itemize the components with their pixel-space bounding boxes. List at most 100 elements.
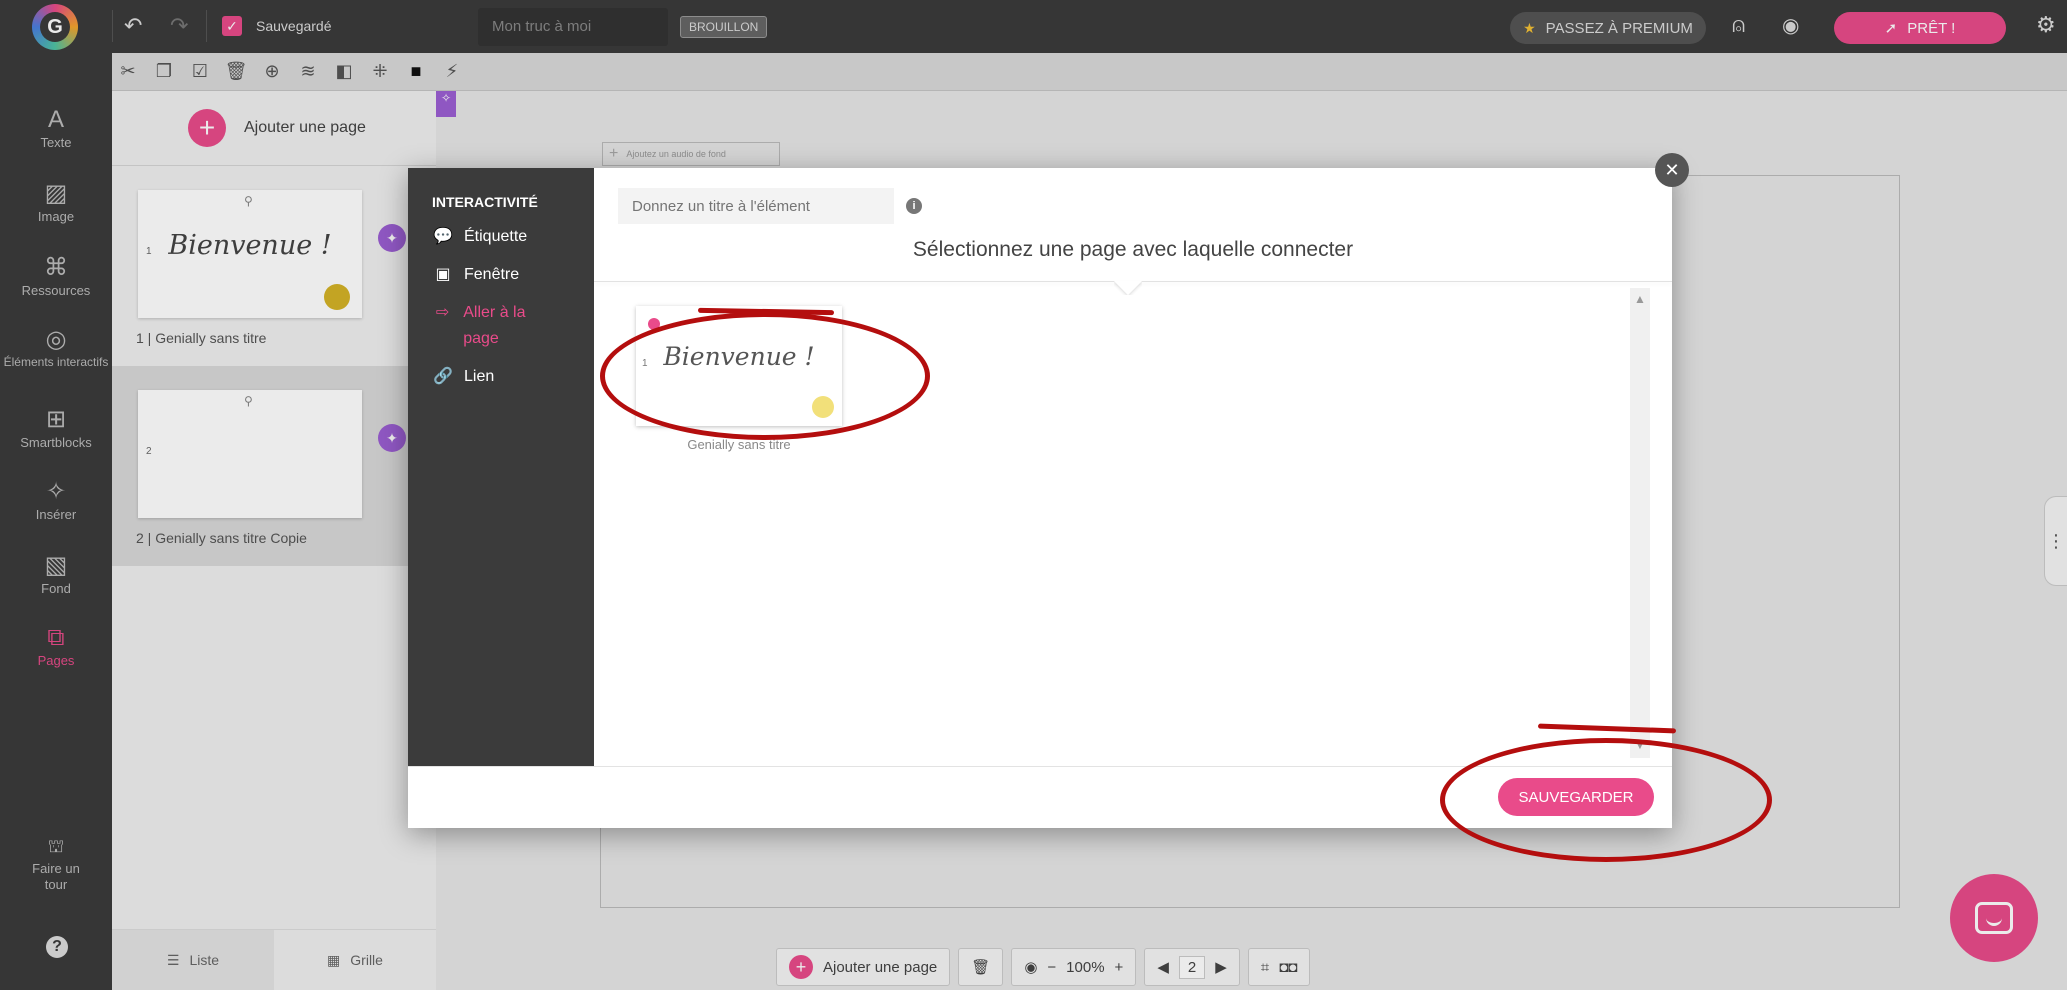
sidebar-item-resources[interactable]: ⌘ Ressources — [0, 253, 112, 299]
page-card[interactable]: ⚲ 1 Bienvenue ! ✦ 1 | Genially sans titr… — [112, 166, 436, 366]
sidebar-item-text[interactable]: A Texte — [0, 105, 112, 151]
layers-icon[interactable]: ≋ — [296, 61, 320, 82]
crop-icon[interactable]: ⌗ — [1261, 959, 1269, 976]
brush-icon[interactable]: ⚡ — [440, 61, 464, 82]
sidebar-label: Image — [37, 209, 75, 224]
side-panel-handle[interactable]: ⋮ — [2044, 496, 2067, 586]
magic-wand-icon[interactable]: ✦ — [378, 224, 406, 252]
sidebar-item-smartblocks[interactable]: ⊞ Smartblocks — [0, 405, 112, 451]
divider — [206, 10, 207, 42]
bottom-toolbar: + Ajouter une page 🗑 ◉ − 100% + ◀ 2 ▶ ⌗ … — [776, 948, 1311, 986]
grid-icon[interactable]: ⁜ — [368, 61, 392, 82]
modal-main: i Sélectionnez une page avec laquelle co… — [594, 168, 1672, 766]
add-page-button[interactable]: + Ajouter une page — [188, 109, 366, 147]
interactivity-modal: INTERACTIVITÉ 💬 Étiquette ▣ Fenêtre ⇨ Al… — [408, 168, 1672, 828]
add-page-bottom-button[interactable]: + Ajouter une page — [776, 948, 951, 986]
object-toolbar: ✂ ❐ ☑ 🗑 ⊕ ≋ ◧ ⁜ ■ ⚡ — [112, 53, 2067, 91]
delete-icon[interactable]: 🗑 — [224, 61, 248, 82]
genially-logo[interactable]: G — [32, 4, 78, 50]
color-swatch-icon[interactable]: ■ — [404, 61, 428, 82]
star-icon: ★ — [1523, 19, 1536, 36]
safe-area-icon[interactable]: ◘◘ — [1279, 959, 1297, 976]
canvas-flag-icon[interactable]: ✧ — [436, 91, 456, 117]
sidebar-label: Texte — [40, 135, 72, 150]
background-icon: ▧ — [44, 552, 68, 579]
top-bar: G ↶ ↷ ✓ Sauvegardé Mon truc à moi BROUIL… — [0, 0, 2067, 53]
sidebar-label: Éléments interactifs — [3, 355, 109, 369]
premium-label: PASSEZ À PREMIUM — [1545, 19, 1693, 37]
connect-heading: Sélectionnez une page avec laquelle conn… — [912, 238, 1354, 261]
element-title-input[interactable] — [618, 188, 894, 224]
saved-check-icon: ✓ — [222, 16, 242, 36]
page-thumbnail[interactable]: ⚲ 1 Bienvenue ! — [138, 190, 362, 318]
image-icon: ▨ — [44, 180, 68, 207]
next-page-icon[interactable]: ▶ — [1215, 958, 1227, 976]
tab-label: Liste — [189, 952, 220, 968]
lock-icon[interactable]: ⊕ — [260, 61, 284, 82]
eye-icon[interactable]: ◉ — [1024, 958, 1037, 976]
magnifier-icon — [324, 284, 350, 310]
sidebar-item-background[interactable]: ▧ Fond — [0, 551, 112, 597]
sidebar-item-image[interactable]: ▨ Image — [0, 179, 112, 225]
goto-page-icon: ⇨ — [435, 304, 450, 321]
cut-icon[interactable]: ✂ — [116, 61, 140, 82]
ready-button[interactable]: ➚ PRÊT ! — [1834, 12, 2006, 44]
redo-icon[interactable]: ↷ — [170, 13, 188, 39]
position-icon[interactable]: ◧ — [332, 61, 356, 82]
option-goto-page[interactable]: ⇨ Aller à la page — [432, 300, 562, 352]
magic-wand-icon[interactable]: ✦ — [378, 424, 406, 452]
rocket-icon: ➚ — [1884, 20, 1898, 37]
sidebar-label: Insérer — [35, 507, 77, 522]
option-tooltip[interactable]: 💬 Étiquette — [432, 224, 527, 250]
close-icon[interactable]: ✕ — [1655, 153, 1689, 187]
background-audio-chip[interactable]: + Ajoutez un audio de fond — [602, 142, 780, 166]
paste-icon[interactable]: ☑ — [188, 61, 212, 82]
page-number-field[interactable]: 2 — [1178, 955, 1206, 979]
take-a-tour-button[interactable]: ⛫ Faire un tour — [0, 831, 112, 893]
view-controls: ⌗ ◘◘ — [1247, 948, 1311, 986]
audio-chip-label: Ajoutez un audio de fond — [626, 149, 726, 159]
sidebar-label: Smartblocks — [20, 435, 92, 450]
chat-support-button[interactable] — [1950, 874, 2038, 962]
option-window[interactable]: ▣ Fenêtre — [432, 262, 519, 288]
plus-icon: + — [609, 145, 619, 162]
zoom-out-button[interactable]: − — [1047, 959, 1056, 976]
option-label: Fenêtre — [464, 266, 520, 283]
insert-icon: ✧ — [45, 478, 67, 505]
go-premium-button[interactable]: ★ PASSEZ À PREMIUM — [1510, 12, 1706, 44]
help-icon[interactable]: ? — [46, 936, 68, 958]
annotation-ellipse — [1440, 738, 1772, 862]
undo-icon[interactable]: ↶ — [124, 13, 142, 39]
option-link[interactable]: 🔗 Lien — [432, 364, 494, 390]
tooltip-icon: 💬 — [433, 228, 453, 245]
annotation-ellipse — [600, 312, 930, 440]
preview-eye-icon[interactable]: ◉ — [1782, 13, 1799, 38]
zoom-in-button[interactable]: + — [1115, 959, 1124, 976]
prev-page-icon[interactable]: ◀ — [1157, 958, 1169, 976]
tab-grid[interactable]: ▦ Grille — [274, 930, 436, 990]
page-card[interactable]: ⚲ 2 ✦ 2 | Genially sans titre Copie — [112, 366, 436, 566]
sidebar-label: Pages — [37, 653, 75, 668]
smartblocks-icon: ⊞ — [45, 406, 67, 433]
tab-list[interactable]: ☰ Liste — [112, 930, 274, 990]
sidebar-item-pages[interactable]: ⧉ Pages — [0, 623, 112, 669]
sidebar-item-insert[interactable]: ✧ Insérer — [0, 477, 112, 523]
trash-icon: 🗑 — [971, 959, 991, 976]
page-thumbnail[interactable]: ⚲ 2 — [138, 390, 362, 518]
list-icon: ☰ — [166, 951, 180, 968]
scrollbar[interactable] — [1630, 288, 1650, 758]
window-icon: ▣ — [435, 266, 451, 283]
link-icon: 🔗 — [433, 368, 453, 385]
zoom-level: 100% — [1066, 958, 1105, 976]
project-title-input[interactable]: Mon truc à moi — [478, 8, 668, 46]
settings-gear-icon[interactable]: ⚙ — [2036, 12, 2056, 38]
delete-page-button[interactable]: 🗑 — [958, 948, 1004, 986]
info-icon[interactable]: i — [906, 198, 922, 214]
interactive-icon: ◎ — [45, 326, 67, 353]
add-collaborator-icon[interactable]: ⍝ — [1732, 12, 1745, 38]
copy-icon[interactable]: ❐ — [152, 61, 176, 82]
draft-badge: BROUILLON — [680, 16, 768, 38]
scroll-up-icon[interactable]: ▲ — [1634, 292, 1646, 306]
option-label: Étiquette — [464, 228, 528, 245]
sidebar-item-interactive[interactable]: ◎ Éléments interactifs — [0, 325, 112, 369]
